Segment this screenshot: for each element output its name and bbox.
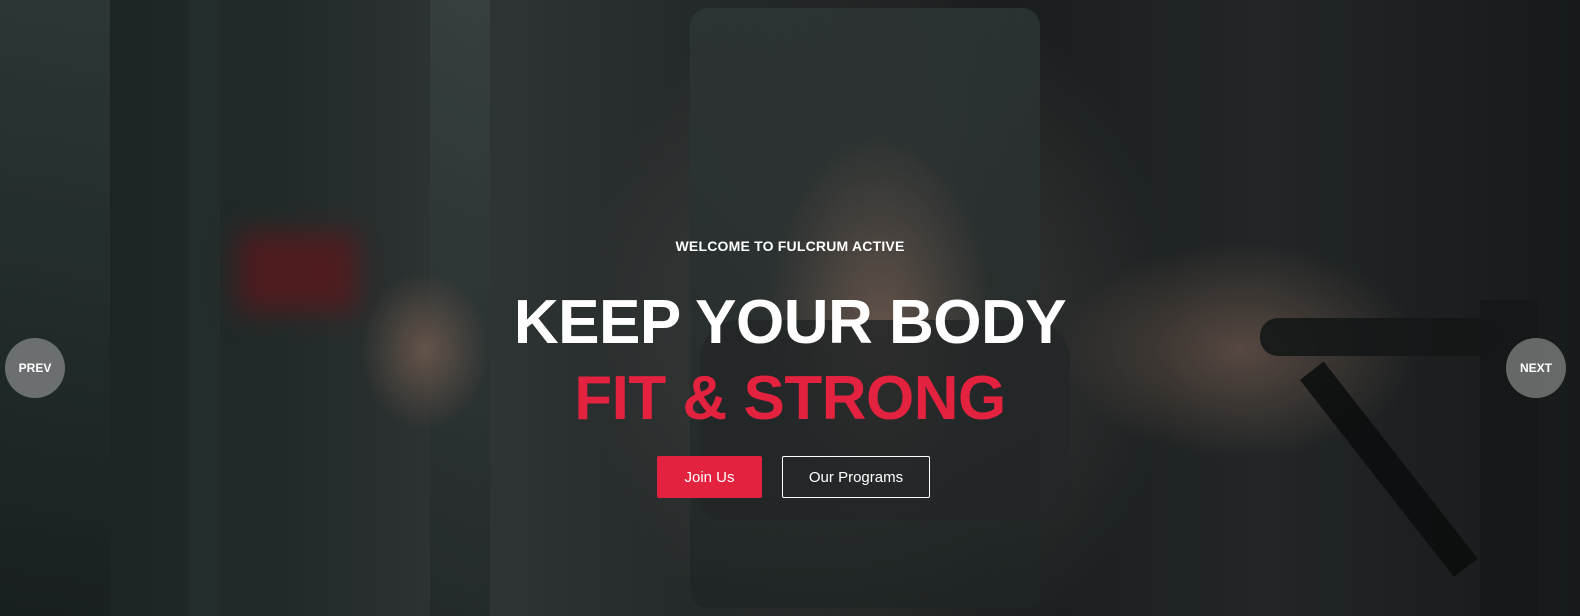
slider-next-button[interactable]: NEXT (1506, 338, 1566, 398)
slider-prev-button[interactable]: PREV (5, 338, 65, 398)
hero-cta-row: Join Us Our Programs (657, 456, 930, 498)
hero-eyebrow: WELCOME TO FULCRUM ACTIVE (675, 238, 905, 254)
hero-slider: WELCOME TO FULCRUM ACTIVE KEEP YOUR BODY… (0, 0, 1580, 616)
hero-headline-accent: FIT & STRONG (574, 364, 1006, 433)
our-programs-button[interactable]: Our Programs (782, 456, 930, 498)
join-us-button[interactable]: Join Us (657, 456, 762, 498)
hero-headline: KEEP YOUR BODY (513, 288, 1067, 357)
